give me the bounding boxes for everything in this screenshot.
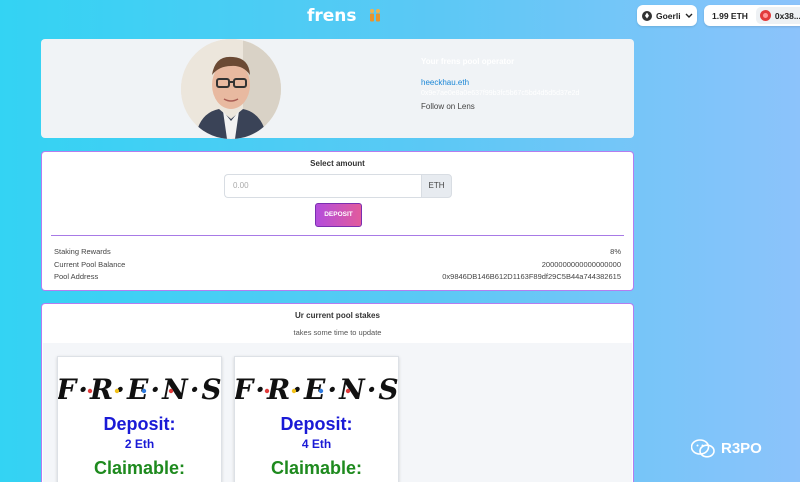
- stakes-title: Ur current pool stakes: [295, 311, 380, 320]
- stat-row-staking-rewards: Staking Rewards 8%: [54, 246, 621, 259]
- wechat-icon: [691, 439, 715, 458]
- stat-value: 8%: [610, 247, 621, 256]
- pool-stats: Staking Rewards 8% Current Pool Balance …: [54, 246, 621, 284]
- frens-logo-text: F·R·E·N·S: [235, 373, 400, 406]
- network-selector[interactable]: Goerli: [637, 5, 697, 26]
- operator-address: 0x9e7ae0e8a0e637f99b3fc5b67c5bd4d5d5d37e…: [421, 90, 580, 97]
- deposit-label: Deposit:: [280, 414, 353, 434]
- ethereum-icon: [642, 10, 652, 21]
- stat-row-pool-address: Pool Address 0x9846DB146B612D1163F89df29…: [54, 271, 621, 284]
- claimable-label: Claimable:: [270, 458, 363, 478]
- stat-label: Current Pool Balance: [54, 259, 126, 269]
- deposit-button[interactable]: DEPOSIT: [315, 203, 362, 227]
- stake-nft-card[interactable]: F·R·E·N·S Deposit: 2 Eth Claimable:: [57, 356, 222, 482]
- deposit-amount: 2 Eth: [124, 437, 155, 451]
- wallet-avatar-icon: [759, 10, 771, 21]
- deposit-label: Deposit:: [103, 414, 176, 434]
- stat-label: Pool Address: [54, 272, 99, 281]
- select-amount-title: Select amount: [310, 159, 365, 168]
- stat-value: 0x9846DB146B612D1163F89df29C5B44a7443826…: [442, 272, 621, 281]
- watermark-text: R3PO: [721, 440, 762, 457]
- chevron-down-icon: [685, 13, 693, 18]
- stat-value: 2000000000000000000: [541, 259, 621, 269]
- stake-nft-card[interactable]: F·R·E·N·S Deposit: 4 Eth Claimable:: [234, 356, 399, 482]
- amount-input[interactable]: 0.00: [224, 174, 421, 198]
- frens-logo-text: F·R·E·N·S: [58, 373, 223, 406]
- deposit-card: Select amount 0.00 ETH DEPOSIT Staking R…: [41, 151, 634, 291]
- wallet-balance: 1.99 ETH: [712, 10, 748, 21]
- deposit-amount: 4 Eth: [301, 437, 332, 451]
- divider: [51, 235, 624, 236]
- eth-unit-addon: ETH: [421, 174, 452, 198]
- wallet-button[interactable]: 1.99 ETH 0x38...7: [704, 5, 800, 26]
- people-hugging-icon: [370, 9, 381, 22]
- operator-profile-card: Your frens pool operator heeckhau.eth 0x…: [41, 39, 634, 139]
- wallet-address: 0x38...7: [774, 10, 800, 21]
- operator-ens-link[interactable]: heeckhau.eth: [421, 77, 579, 88]
- operator-heading: Your frens pool operator: [421, 57, 515, 66]
- watermark: R3PO: [691, 439, 762, 458]
- frens-logo: F·R·E·N·S: [235, 373, 400, 406]
- network-name: Goerli: [656, 10, 681, 21]
- follow-on-lens-link[interactable]: Follow on Lens: [421, 101, 579, 112]
- app-brand: frens: [307, 6, 382, 26]
- operator-info: Your frens pool operator heeckhau.eth 0x…: [421, 56, 579, 112]
- stakes-subtitle: takes some time to update: [293, 328, 382, 337]
- stat-label: Staking Rewards: [54, 247, 111, 256]
- pool-stakes-card: Ur current pool stakes takes some time t…: [41, 303, 634, 482]
- wallet-address-chip[interactable]: 0x38...7: [755, 7, 800, 24]
- claimable-label: Claimable:: [93, 458, 186, 478]
- operator-photo: [181, 39, 281, 139]
- brand-name: frens: [307, 6, 357, 26]
- stat-row-pool-balance: Current Pool Balance 2000000000000000000: [54, 259, 621, 272]
- frens-logo: F·R·E·N·S: [58, 373, 223, 406]
